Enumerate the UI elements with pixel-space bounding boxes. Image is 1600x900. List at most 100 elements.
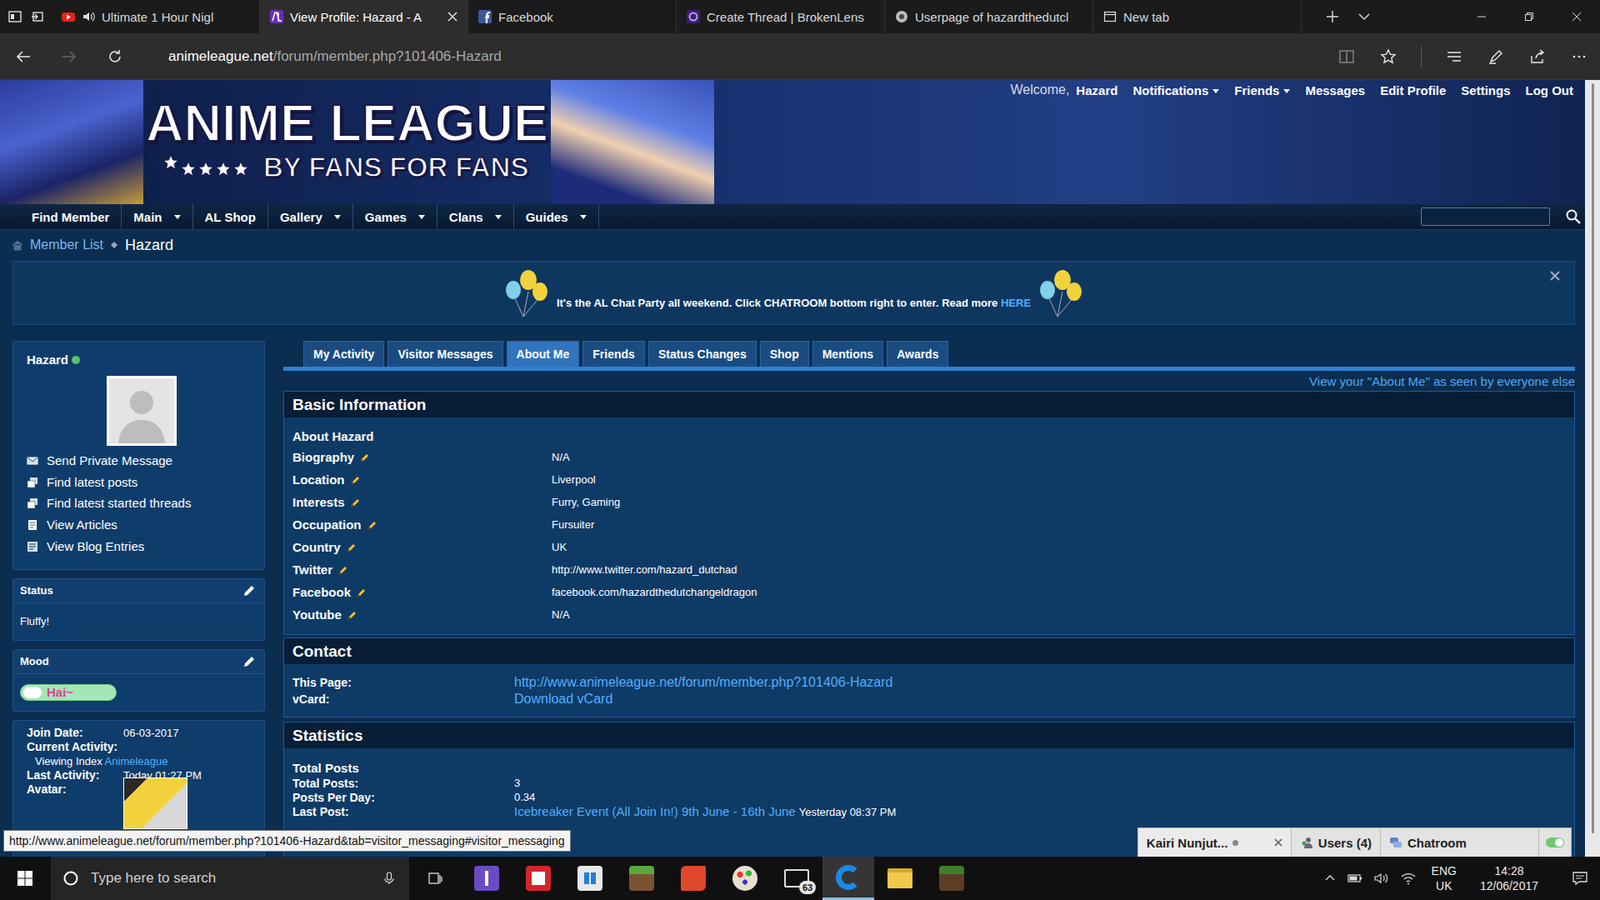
favorite-button[interactable] (1367, 48, 1410, 65)
taskbar-app[interactable] (615, 856, 668, 900)
profile-action[interactable]: Find latest posts (26, 471, 256, 494)
close-icon[interactable] (1274, 838, 1283, 847)
taskbar-app[interactable] (874, 856, 926, 900)
nav-item[interactable]: Guides (514, 204, 600, 230)
set-aside-icon[interactable] (30, 10, 45, 24)
back-button[interactable] (0, 48, 46, 65)
action-center-icon[interactable] (1571, 870, 1589, 887)
profile-action[interactable]: View Articles (26, 514, 256, 536)
url-field[interactable]: animeleague.net/forum/member.php?101406-… (168, 48, 502, 65)
chatroom-tab[interactable]: Chatroom (1380, 828, 1540, 857)
more-button[interactable] (1558, 48, 1600, 65)
profile-tab[interactable]: My Activity (303, 340, 385, 367)
taskbar-app[interactable] (925, 856, 978, 900)
speaker-icon[interactable] (81, 10, 95, 24)
user-link[interactable]: Notifications (1132, 83, 1220, 98)
taskbar-app[interactable] (667, 856, 720, 900)
user-link[interactable]: Log Out (1525, 83, 1574, 98)
nav-item[interactable]: Gallery (268, 204, 354, 230)
profile-tab[interactable]: Visitor Messages (387, 340, 503, 367)
taskbar-app[interactable] (564, 856, 616, 900)
browser-tab[interactable]: Create Thread | BrokenLens (676, 0, 885, 34)
edit-pencil-icon[interactable] (366, 519, 379, 531)
volume-icon[interactable] (1373, 870, 1390, 887)
scrollbar[interactable] (1585, 80, 1600, 857)
user-link[interactable]: Settings (1460, 83, 1510, 98)
field-value[interactable]: Download vCard (514, 691, 613, 707)
nav-item[interactable]: Main (121, 204, 193, 230)
profile-action[interactable]: Send Private Message (26, 450, 256, 472)
view-as-link[interactable]: View your "About Me" as seen by everyone… (283, 370, 1575, 391)
field-value[interactable]: Icebreaker Event (All Join In!) 9th June… (514, 804, 796, 819)
tabs-aside-icon[interactable] (8, 10, 22, 24)
taskbar-app[interactable] (719, 856, 771, 900)
profile-action[interactable]: View Blog Entries (26, 535, 256, 558)
taskbar-search[interactable]: Type here to search (50, 856, 410, 900)
profile-tab[interactable]: About Me (506, 340, 580, 367)
breadcrumb-item[interactable]: Member List (30, 237, 104, 253)
chevron-up-icon[interactable] (1323, 871, 1337, 885)
task-view-button[interactable] (409, 856, 461, 900)
nav-item[interactable]: AL Shop (193, 204, 269, 230)
taskbar-app[interactable] (460, 856, 513, 900)
chat-user-tab[interactable]: Kairi Nunjut... (1138, 828, 1292, 857)
edit-pencil-icon[interactable] (350, 496, 362, 509)
edit-pencil-icon[interactable] (350, 474, 362, 486)
profile-tab[interactable]: Mentions (812, 340, 884, 367)
taskbar-app[interactable] (512, 856, 565, 900)
edit-pencil-icon[interactable] (355, 586, 368, 599)
user-link[interactable]: Messages (1305, 83, 1365, 98)
close-window-button[interactable] (1552, 0, 1600, 34)
forward-button[interactable] (45, 48, 92, 65)
profile-tab[interactable]: Status Changes (648, 340, 757, 367)
browser-tab[interactable]: View Profile: Hazard - A (260, 0, 469, 34)
tab-previews-button[interactable] (1348, 0, 1380, 34)
restore-button[interactable] (1505, 0, 1553, 34)
nav-item[interactable]: Games (353, 204, 438, 230)
web-note-button[interactable] (1475, 48, 1517, 65)
microphone-icon[interactable] (382, 871, 396, 885)
battery-icon[interactable] (1346, 870, 1364, 887)
username-link[interactable]: Hazard (1075, 83, 1118, 98)
search-icon[interactable] (1565, 208, 1582, 225)
chat-users-tab[interactable]: Users (4) (1291, 828, 1381, 857)
home-icon[interactable] (11, 239, 24, 251)
reading-view-button[interactable] (1325, 48, 1368, 65)
site-logo[interactable]: ANIME LEAGUEBY FANS FOR FANS (145, 80, 551, 184)
clock[interactable]: 14:2812/06/2017 (1480, 863, 1539, 894)
edit-pencil-icon[interactable] (242, 584, 256, 598)
hub-button[interactable] (1433, 48, 1475, 65)
nav-item[interactable]: Find Member (20, 204, 122, 230)
profile-action[interactable]: Find latest started threads (26, 492, 256, 515)
new-tab-button[interactable] (1316, 0, 1349, 34)
profile-tab[interactable]: Shop (760, 340, 810, 367)
browser-tab[interactable]: New tab (1093, 0, 1302, 34)
profile-tab[interactable]: Awards (886, 340, 949, 367)
wifi-icon[interactable] (1400, 870, 1417, 887)
share-button[interactable] (1516, 48, 1559, 65)
input-language[interactable]: ENGUK (1431, 863, 1457, 894)
profile-tab[interactable]: Friends (582, 340, 645, 367)
user-link[interactable]: Friends (1234, 83, 1290, 98)
scroll-thumb[interactable] (1591, 83, 1595, 834)
edit-pencil-icon[interactable] (345, 541, 358, 554)
close-icon[interactable] (1549, 270, 1561, 282)
taskbar-app[interactable]: 63 (770, 856, 823, 900)
chat-toggle[interactable] (1539, 828, 1571, 857)
taskbar-app[interactable] (822, 856, 875, 900)
browser-tab[interactable]: Facebook (468, 0, 677, 34)
notice-link[interactable]: HERE (1000, 296, 1031, 310)
activity-link[interactable]: Animeleague (105, 755, 169, 768)
edit-pencil-icon[interactable] (242, 655, 256, 669)
close-tab-icon[interactable] (447, 11, 458, 22)
start-button[interactable] (0, 856, 50, 900)
refresh-button[interactable] (91, 48, 138, 65)
minimize-button[interactable] (1457, 0, 1505, 34)
search-input[interactable] (1420, 207, 1550, 226)
edit-pencil-icon[interactable] (337, 564, 350, 576)
browser-tab[interactable]: Ultimate 1 Hour Nigl (51, 0, 260, 34)
user-link[interactable]: Edit Profile (1380, 83, 1446, 98)
edit-pencil-icon[interactable] (359, 451, 371, 464)
field-value[interactable]: http://www.animeleague.net/forum/member.… (514, 675, 893, 690)
nav-item[interactable]: Clans (437, 204, 515, 230)
